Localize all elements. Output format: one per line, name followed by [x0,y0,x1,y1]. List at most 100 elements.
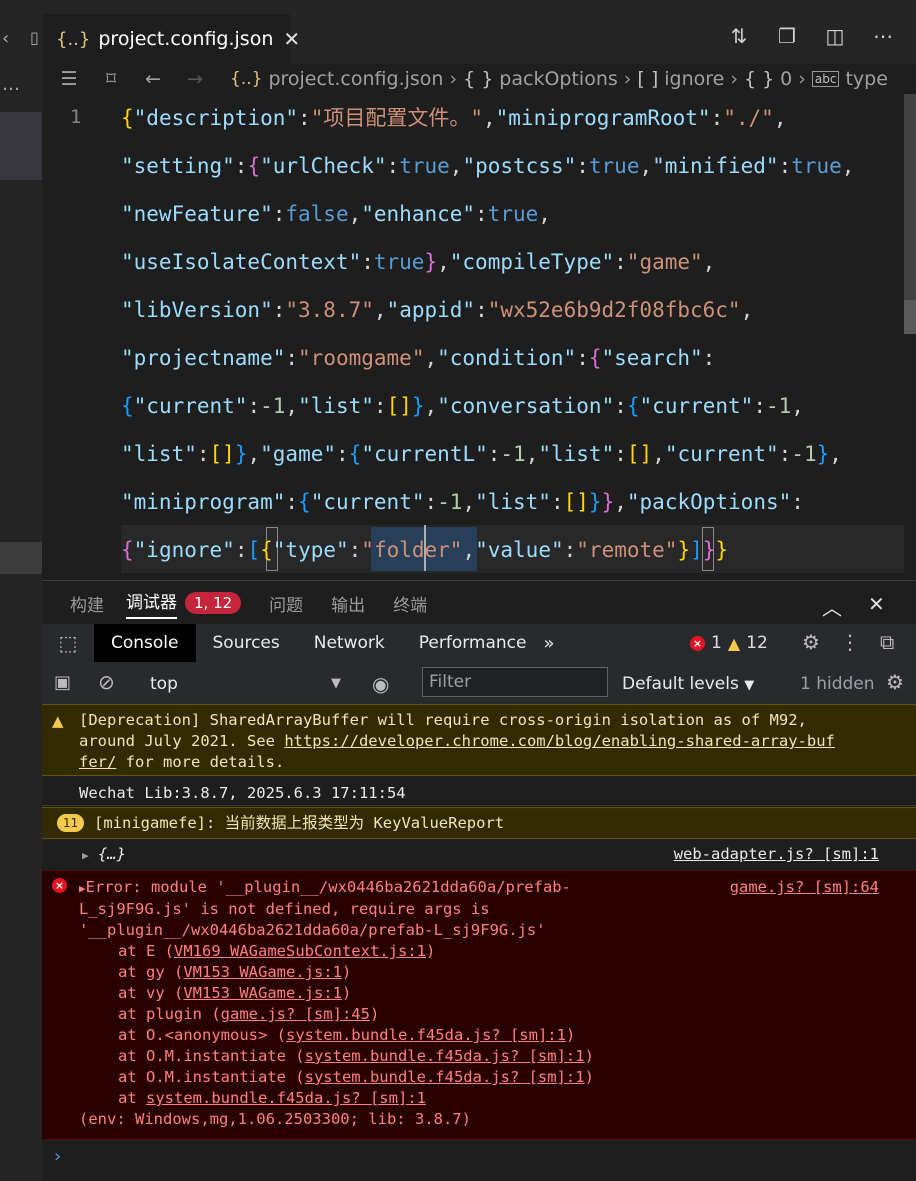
inspect-element-icon[interactable]: ⬚ [42,631,94,655]
log-levels-label: Default levels [622,674,739,694]
object-preview[interactable]: {…} [98,845,126,863]
context-select[interactable]: top [150,674,178,694]
stack-frame: at vy (VM153 WAGame.js:1) [79,983,916,1004]
tab-terminal[interactable]: 终端 [393,591,427,616]
code-line: "list":[]},"game":{"currentL":-1,"list":… [121,442,842,466]
console-warning-message: ▲ [Deprecation] SharedArrayBuffer will r… [42,704,916,776]
stack-suffix: ) [584,1047,594,1065]
warning-icon: ▲ [727,633,741,653]
filter-input[interactable]: Filter [422,667,608,697]
settings-gear-icon[interactable]: ⚙ [802,630,820,654]
editor-tab[interactable]: {..} project.config.json ✕ [42,14,300,64]
breadcrumb-item-type[interactable]: type [845,68,887,90]
sidebar-arrow-icon[interactable]: ‹ [2,28,9,49]
json-file-icon: {..} [230,69,263,89]
stack-prefix: at O.M.instantiate ( [118,1047,305,1065]
deprecation-link[interactable]: https://developer.chrome.com/blog/enabli… [284,732,835,750]
sidebar-selected-item[interactable] [0,112,42,180]
stack-suffix: ) [565,1026,576,1044]
expand-triangle-icon[interactable]: ▶ [79,882,86,895]
live-expression-eye-icon[interactable]: ◉ [372,672,389,696]
breadcrumb-item-ignore[interactable]: ignore [664,68,724,90]
deprecation-line-1: [Deprecation] SharedArrayBuffer will req… [79,711,807,729]
lib-log-text: Wechat Lib:3.8.7, 2025.6.3 17:11:54 [79,784,406,802]
tab-build[interactable]: 构建 [70,591,104,616]
source-link[interactable]: game.js? [sm]:64 [730,877,879,898]
tab-debugger[interactable]: 调试器 [126,588,177,619]
sidebar-more-icon[interactable]: … [2,74,20,95]
open-file-icon[interactable]: ❐ [774,24,800,48]
clear-console-icon[interactable]: ⊘ [98,670,115,694]
chevron-right-icon: › [798,68,806,90]
stack-suffix: ) [584,1068,594,1086]
stack-prefix: at plugin ( [118,1005,221,1023]
editor-scrollbar[interactable] [904,94,916,334]
breadcrumb-file[interactable]: project.config.json [268,68,443,90]
tab-sources[interactable]: Sources [196,624,297,662]
log-levels-dropdown[interactable]: Default levels ▼ [622,674,754,694]
forward-arrow-icon[interactable]: → [180,68,210,90]
error-text-line: Error: module '__plugin__/wx0446ba2621dd… [85,878,571,896]
deprecation-line-2: around July 2021. See [79,732,285,750]
dropdown-arrow-icon[interactable]: ▼ [331,676,341,691]
issue-counts[interactable]: × 1 ▲ 12 [690,633,768,653]
stack-prefix: at vy ( [118,984,184,1002]
stack-suffix: ) [425,942,436,960]
code-line: {"description":"项目配置文件。","miniprogramRoo… [121,106,787,130]
stack-frame: at gy (VM153 WAGame.js:1) [79,962,916,983]
stack-link[interactable]: VM153 WAGame.js:1 [183,984,342,1002]
source-link[interactable]: web-adapter.js? [sm]:1 [674,844,879,865]
stack-suffix: ) [341,984,352,1002]
repeat-count-badge: 11 [57,814,85,832]
close-panel-icon[interactable]: ✕ [868,592,885,621]
chevron-up-icon[interactable]: ︿ [822,592,842,621]
stack-link[interactable]: game.js? [sm]:45 [221,1005,370,1023]
kebab-menu-icon[interactable]: ⋮ [840,630,860,654]
devtools-actions: ⚙ ⋮ ⧉ [802,630,894,654]
line-number: 1 [70,106,82,128]
code-line: "useIsolateContext":true},"compileType":… [121,250,716,274]
tab-network[interactable]: Network [297,624,402,662]
tab-problems[interactable]: 问题 [269,591,303,616]
stack-link[interactable]: system.bundle.f45da.js? [sm]:1 [305,1068,585,1086]
console-settings-gear-icon[interactable]: ⚙ [886,670,904,694]
string-symbol-icon: abc [811,71,840,87]
chevron-right-icon: › [623,68,632,90]
back-arrow-icon[interactable]: ← [138,68,168,90]
hidden-count: 1 hidden [800,674,875,694]
error-icon: × [52,878,67,893]
error-text-line: '__plugin__/wx0446ba2621dda60a/prefab-L_… [79,921,546,939]
scrollbar-thumb[interactable] [904,300,916,334]
console-prompt[interactable]: › [54,1146,61,1167]
breadcrumb-item-0[interactable]: 0 [780,68,792,90]
close-tab-icon[interactable]: ✕ [283,27,300,51]
stack-link[interactable]: VM169 WAGameSubContext.js:1 [174,942,426,960]
sidebar-band [0,542,42,574]
more-tabs-icon[interactable]: » [543,633,571,654]
sidebar-layout-icon[interactable]: ▯ [30,28,39,47]
code-line: "projectname":"roomgame","condition":{"s… [121,346,716,370]
expand-triangle-icon[interactable]: ▶ [82,849,89,862]
undock-icon[interactable]: ⧉ [880,630,894,654]
split-editor-icon[interactable]: ◫ [822,24,848,48]
breadcrumb-item-packoptions[interactable]: packOptions [499,68,617,90]
more-actions-icon[interactable]: ⋯ [870,24,896,48]
stack-prefix: at [118,1089,146,1107]
list-icon[interactable]: ☰ [54,68,84,90]
stack-link[interactable]: system.bundle.f45da.js? [sm]:1 [146,1089,426,1107]
tab-output[interactable]: 输出 [331,591,365,616]
tab-performance[interactable]: Performance [402,624,544,662]
chevron-right-icon: › [449,68,458,90]
stack-link[interactable]: system.bundle.f45da.js? [sm]:1 [305,1047,585,1065]
bookmark-icon[interactable]: ⌑ [96,68,126,90]
text-cursor [424,525,426,571]
console-object-message[interactable]: ▶ {…} web-adapter.js? [sm]:1 [42,840,916,868]
compare-changes-icon[interactable]: ⇅ [726,24,752,48]
devtools-tab-bar: ⬚ Console Sources Network Performance » [42,624,916,663]
error-text-line: L_sj9F9G.js' is not defined, require arg… [79,900,490,918]
stack-link[interactable]: VM153 WAGame.js:1 [183,963,342,981]
stack-link[interactable]: system.bundle.f45da.js? [sm]:1 [286,1026,566,1044]
tab-console[interactable]: Console [94,624,196,662]
sidebar-toggle-icon[interactable]: ▣ [54,672,71,693]
deprecation-link-cont[interactable]: fer/ [79,753,116,771]
